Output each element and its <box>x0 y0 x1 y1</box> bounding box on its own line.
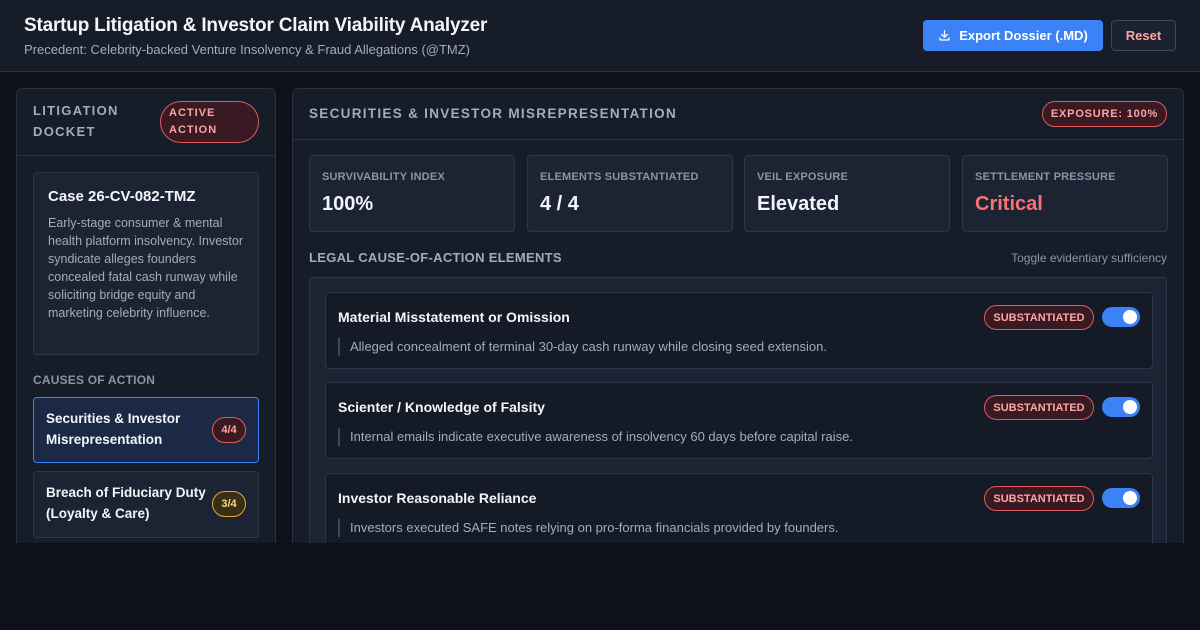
app-subtitle: Precedent: Celebrity-backed Venture Inso… <box>24 42 470 57</box>
section-title: SECURITIES & INVESTOR MISREPRESENTATION <box>309 106 677 121</box>
element-description: Investors executed SAFE notes relying on… <box>338 519 838 537</box>
exposure-badge: EXPOSURE: 100% <box>1042 101 1167 127</box>
metric-value: 100% <box>322 193 373 216</box>
case-card: Case 26-CV-082-TMZ Early-stage consumer … <box>33 172 259 355</box>
cause-detail-header: SECURITIES & INVESTOR MISREPRESENTATION … <box>293 89 1183 140</box>
metric-veil-exposure: VEIL EXPOSURE Elevated <box>744 155 950 232</box>
status-badge: SUBSTANTIATED <box>984 305 1094 330</box>
case-description: Early-stage consumer & mental health pla… <box>48 214 244 322</box>
litigation-docket-panel: LITIGATION DOCKET ACTIVE ACTION Case 26-… <box>16 88 276 543</box>
element-description: Internal emails indicate executive aware… <box>338 428 853 446</box>
metric-label: ELEMENTS SUBSTANTIATED <box>540 171 699 183</box>
case-title: Case 26-CV-082-TMZ <box>48 188 244 205</box>
toggle-knob <box>1123 310 1137 324</box>
metric-label: SURVIVABILITY INDEX <box>322 171 445 183</box>
cause-item-label: Securities & Investor Misrepresentation <box>46 408 216 450</box>
sufficiency-toggle[interactable] <box>1102 488 1140 508</box>
metric-survivability: SURVIVABILITY INDEX 100% <box>309 155 515 232</box>
cause-count-badge: 4/4 <box>212 417 246 443</box>
causes-of-action-label: CAUSES OF ACTION <box>33 373 155 387</box>
metric-label: SETTLEMENT PRESSURE <box>975 171 1116 183</box>
active-action-badge: ACTIVE ACTION <box>160 101 259 143</box>
toggle-knob <box>1123 400 1137 414</box>
element-title: Investor Reasonable Reliance <box>338 490 536 506</box>
metric-value: Critical <box>975 193 1043 216</box>
element-description: Alleged concealment of terminal 30-day c… <box>338 338 827 356</box>
element-card: Scienter / Knowledge of Falsity SUBSTANT… <box>325 382 1153 459</box>
element-title: Scienter / Knowledge of Falsity <box>338 399 545 415</box>
cause-item-label: Breach of Fiduciary Duty (Loyalty & Care… <box>46 482 222 524</box>
metric-value: 4 / 4 <box>540 193 579 216</box>
docket-title: LITIGATION DOCKET <box>33 100 143 142</box>
elements-title: LEGAL CAUSE-OF-ACTION ELEMENTS <box>309 250 562 265</box>
download-icon <box>938 29 951 42</box>
export-dossier-button[interactable]: Export Dossier (.MD) <box>923 20 1103 51</box>
element-card: Investor Reasonable Reliance SUBSTANTIAT… <box>325 473 1153 543</box>
status-badge: SUBSTANTIATED <box>984 395 1094 420</box>
metric-elements: ELEMENTS SUBSTANTIATED 4 / 4 <box>527 155 733 232</box>
metric-settlement-pressure: SETTLEMENT PRESSURE Critical <box>962 155 1168 232</box>
sufficiency-toggle[interactable] <box>1102 397 1140 417</box>
status-badge: SUBSTANTIATED <box>984 486 1094 511</box>
cause-count-badge: 3/4 <box>212 491 246 517</box>
metric-label: VEIL EXPOSURE <box>757 171 848 183</box>
docket-header: LITIGATION DOCKET ACTIVE ACTION <box>17 89 275 156</box>
elements-hint: Toggle evidentiary sufficiency <box>1011 251 1167 265</box>
export-dossier-label: Export Dossier (.MD) <box>959 28 1088 43</box>
metric-value: Elevated <box>757 193 839 216</box>
elements-list: Material Misstatement or Omission SUBSTA… <box>309 277 1167 543</box>
app-header: Startup Litigation & Investor Claim Viab… <box>0 0 1200 72</box>
reset-button[interactable]: Reset <box>1111 20 1176 51</box>
sufficiency-toggle[interactable] <box>1102 307 1140 327</box>
element-title: Material Misstatement or Omission <box>338 309 570 325</box>
app-title: Startup Litigation & Investor Claim Viab… <box>24 15 487 37</box>
cause-item-fiduciary[interactable]: Breach of Fiduciary Duty (Loyalty & Care… <box>33 471 259 538</box>
toggle-knob <box>1123 491 1137 505</box>
element-card: Material Misstatement or Omission SUBSTA… <box>325 292 1153 369</box>
cause-item-securities[interactable]: Securities & Investor Misrepresentation … <box>33 397 259 463</box>
cause-detail-panel: SECURITIES & INVESTOR MISREPRESENTATION … <box>292 88 1184 543</box>
